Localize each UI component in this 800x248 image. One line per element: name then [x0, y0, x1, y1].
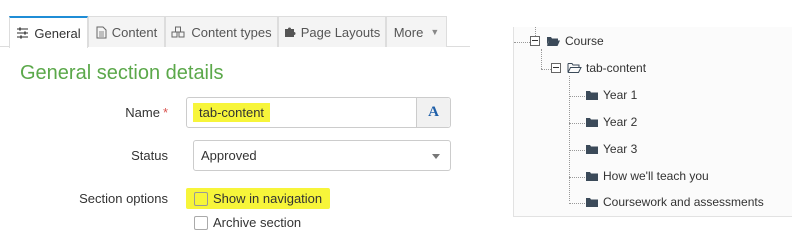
- status-label: Status: [131, 148, 168, 163]
- tree-node-year-3[interactable]: Year 3: [585, 142, 637, 156]
- cubes-icon: [171, 26, 186, 38]
- tree-node-how-well-teach-you[interactable]: How we'll teach you: [585, 169, 709, 183]
- content-tree: Course tab-content Year 1 Year 2 Year 3 …: [513, 27, 792, 217]
- folder-icon: [585, 89, 599, 101]
- tree-node-label: Year 3: [603, 142, 638, 156]
- folder-open-icon: [546, 35, 561, 47]
- tree-node-label: Year 2: [603, 115, 638, 129]
- archive-section-option[interactable]: Archive section: [194, 215, 301, 230]
- tab-general-label: General: [34, 25, 81, 41]
- status-select[interactable]: Approved: [193, 140, 451, 171]
- required-asterisk: *: [162, 105, 168, 120]
- folder-icon: [585, 196, 599, 208]
- tab-content[interactable]: Content: [88, 16, 165, 47]
- tab-more-label: More: [393, 24, 424, 40]
- tree-node-tab-content[interactable]: tab-content: [551, 61, 646, 75]
- name-field-value: tab-content: [193, 103, 271, 122]
- chevron-down-icon: [432, 154, 440, 159]
- tree-node-label: Coursework and assessments: [603, 195, 764, 209]
- font-style-button[interactable]: A: [416, 98, 450, 127]
- section-title: General section details: [20, 62, 224, 84]
- tree-node-label: Course: [565, 34, 604, 48]
- tab-content-types-label: Content types: [191, 24, 272, 40]
- tab-content-label: Content: [111, 24, 158, 40]
- tab-page-layouts-label: Page Layouts: [300, 24, 381, 40]
- collapse-toggle-icon[interactable]: [551, 63, 561, 73]
- tab-general[interactable]: General: [9, 16, 88, 48]
- archive-section-checkbox[interactable]: [194, 215, 208, 230]
- collapse-toggle-icon[interactable]: [530, 36, 540, 46]
- name-label: Name *: [0, 105, 168, 120]
- name-field[interactable]: tab-content A: [186, 97, 451, 128]
- status-select-value: Approved: [201, 148, 257, 163]
- archive-section-label: Archive section: [213, 215, 302, 230]
- tree-node-label: How we'll teach you: [603, 169, 709, 183]
- tab-more[interactable]: More ▼: [386, 16, 447, 47]
- tree-node-course[interactable]: Course: [530, 34, 604, 48]
- tab-bar: General Content Content types Page Layou…: [0, 16, 470, 48]
- tree-node-label: tab-content: [586, 61, 647, 75]
- section-options-label: Section options: [79, 191, 168, 206]
- file-icon: [96, 26, 107, 39]
- caret-down-icon: ▼: [430, 27, 440, 37]
- puzzle-icon: [284, 26, 296, 38]
- show-in-navigation-label: Show in navigation: [213, 191, 323, 206]
- folder-icon: [585, 143, 599, 155]
- tree-node-label: Year 1: [603, 88, 638, 102]
- section-editor-panel: General Content Content types Page Layou…: [0, 0, 470, 248]
- folder-open-outline-icon: [567, 62, 582, 74]
- tab-page-layouts[interactable]: Page Layouts: [278, 16, 386, 47]
- folder-icon: [585, 116, 599, 128]
- tab-content-types[interactable]: Content types: [165, 16, 278, 47]
- folder-icon: [585, 170, 599, 182]
- show-in-navigation-checkbox[interactable]: [194, 191, 208, 206]
- show-in-navigation-option[interactable]: Show in navigation: [186, 188, 331, 209]
- tree-node-year-2[interactable]: Year 2: [585, 115, 637, 129]
- name-label-text: Name: [125, 105, 160, 120]
- tree-node-coursework-and-assessments[interactable]: Coursework and assessments: [585, 195, 764, 209]
- sliders-icon: [16, 27, 29, 39]
- tree-node-year-1[interactable]: Year 1: [585, 88, 637, 102]
